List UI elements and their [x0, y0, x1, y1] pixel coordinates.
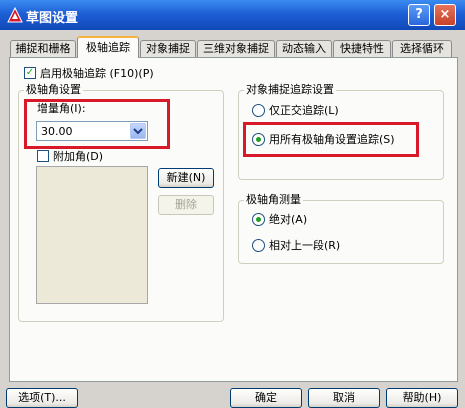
tab-label: 极轴追踪 — [86, 41, 130, 54]
tab-object-snap[interactable]: 对象捕捉 — [140, 40, 196, 57]
tab-3d-object-snap[interactable]: 三维对象捕捉 — [197, 40, 275, 57]
absolute-label: 绝对(A) — [269, 213, 308, 226]
additional-angles-list[interactable] — [36, 166, 148, 304]
tab-snap-and-grid[interactable]: 捕捉和栅格 — [10, 40, 76, 57]
tab-label: 快捷特性 — [340, 42, 384, 55]
tab-label: 捕捉和栅格 — [15, 42, 71, 55]
polar-angle-settings-label: 极轴角设置 — [24, 83, 83, 96]
orthogonal-only-label: 仅正交追踪(L) — [269, 104, 339, 117]
delete-angle-button[interactable]: 删除 — [158, 195, 214, 215]
additional-angles-label: 附加角(D) — [53, 150, 104, 163]
polar-tracking-panel: ✓ 启用极轴追踪 (F10)(P) 极轴角设置 增量角(I): 30.00 附加… — [9, 57, 458, 382]
additional-angles-checkbox[interactable] — [37, 150, 49, 162]
tab-label: 三维对象捕捉 — [203, 42, 269, 55]
polar-angle-measurement-label: 极轴角测量 — [244, 193, 303, 206]
help-button[interactable]: 帮助(H) — [386, 388, 458, 408]
relative-to-last-segment-radio[interactable] — [252, 239, 265, 252]
radio-selected-dot — [256, 217, 261, 222]
cancel-button[interactable]: 取消 — [308, 388, 380, 408]
enable-polar-tracking-label: 启用极轴追踪 (F10)(P) — [40, 67, 154, 80]
help-icon[interactable]: ? — [408, 4, 430, 26]
highlight-increment-angle — [24, 99, 170, 149]
absolute-radio[interactable] — [252, 213, 265, 226]
tab-label: 选择循环 — [400, 42, 444, 55]
object-snap-tracking-label: 对象捕捉追踪设置 — [244, 83, 336, 96]
enable-polar-tracking-checkbox[interactable]: ✓ — [24, 67, 36, 79]
close-icon[interactable]: × — [434, 4, 456, 26]
tab-label: 动态输入 — [282, 42, 326, 55]
tab-quick-properties[interactable]: 快捷特性 — [333, 40, 391, 57]
tab-dynamic-input[interactable]: 动态输入 — [276, 40, 332, 57]
title-bar[interactable]: 草图设置 ? × — [0, 0, 465, 30]
autocad-app-icon — [7, 6, 23, 23]
orthogonal-only-radio[interactable] — [252, 104, 265, 117]
new-angle-button[interactable]: 新建(N) — [158, 168, 214, 188]
window-title: 草图设置 — [26, 11, 79, 26]
options-button[interactable]: 选项(T)... — [6, 388, 78, 408]
tab-polar-tracking[interactable]: 极轴追踪 — [77, 36, 139, 58]
relative-to-last-segment-label: 相对上一段(R) — [269, 239, 341, 252]
ok-button[interactable]: 确定 — [230, 388, 302, 408]
tab-label: 对象捕捉 — [146, 42, 190, 55]
tab-selection-cycling[interactable]: 选择循环 — [392, 40, 452, 57]
footer-bar: 选项(T)... 确定 取消 帮助(H) — [0, 382, 465, 408]
highlight-all-polar-angles — [243, 122, 419, 157]
polar-angle-measurement-group — [238, 200, 444, 264]
